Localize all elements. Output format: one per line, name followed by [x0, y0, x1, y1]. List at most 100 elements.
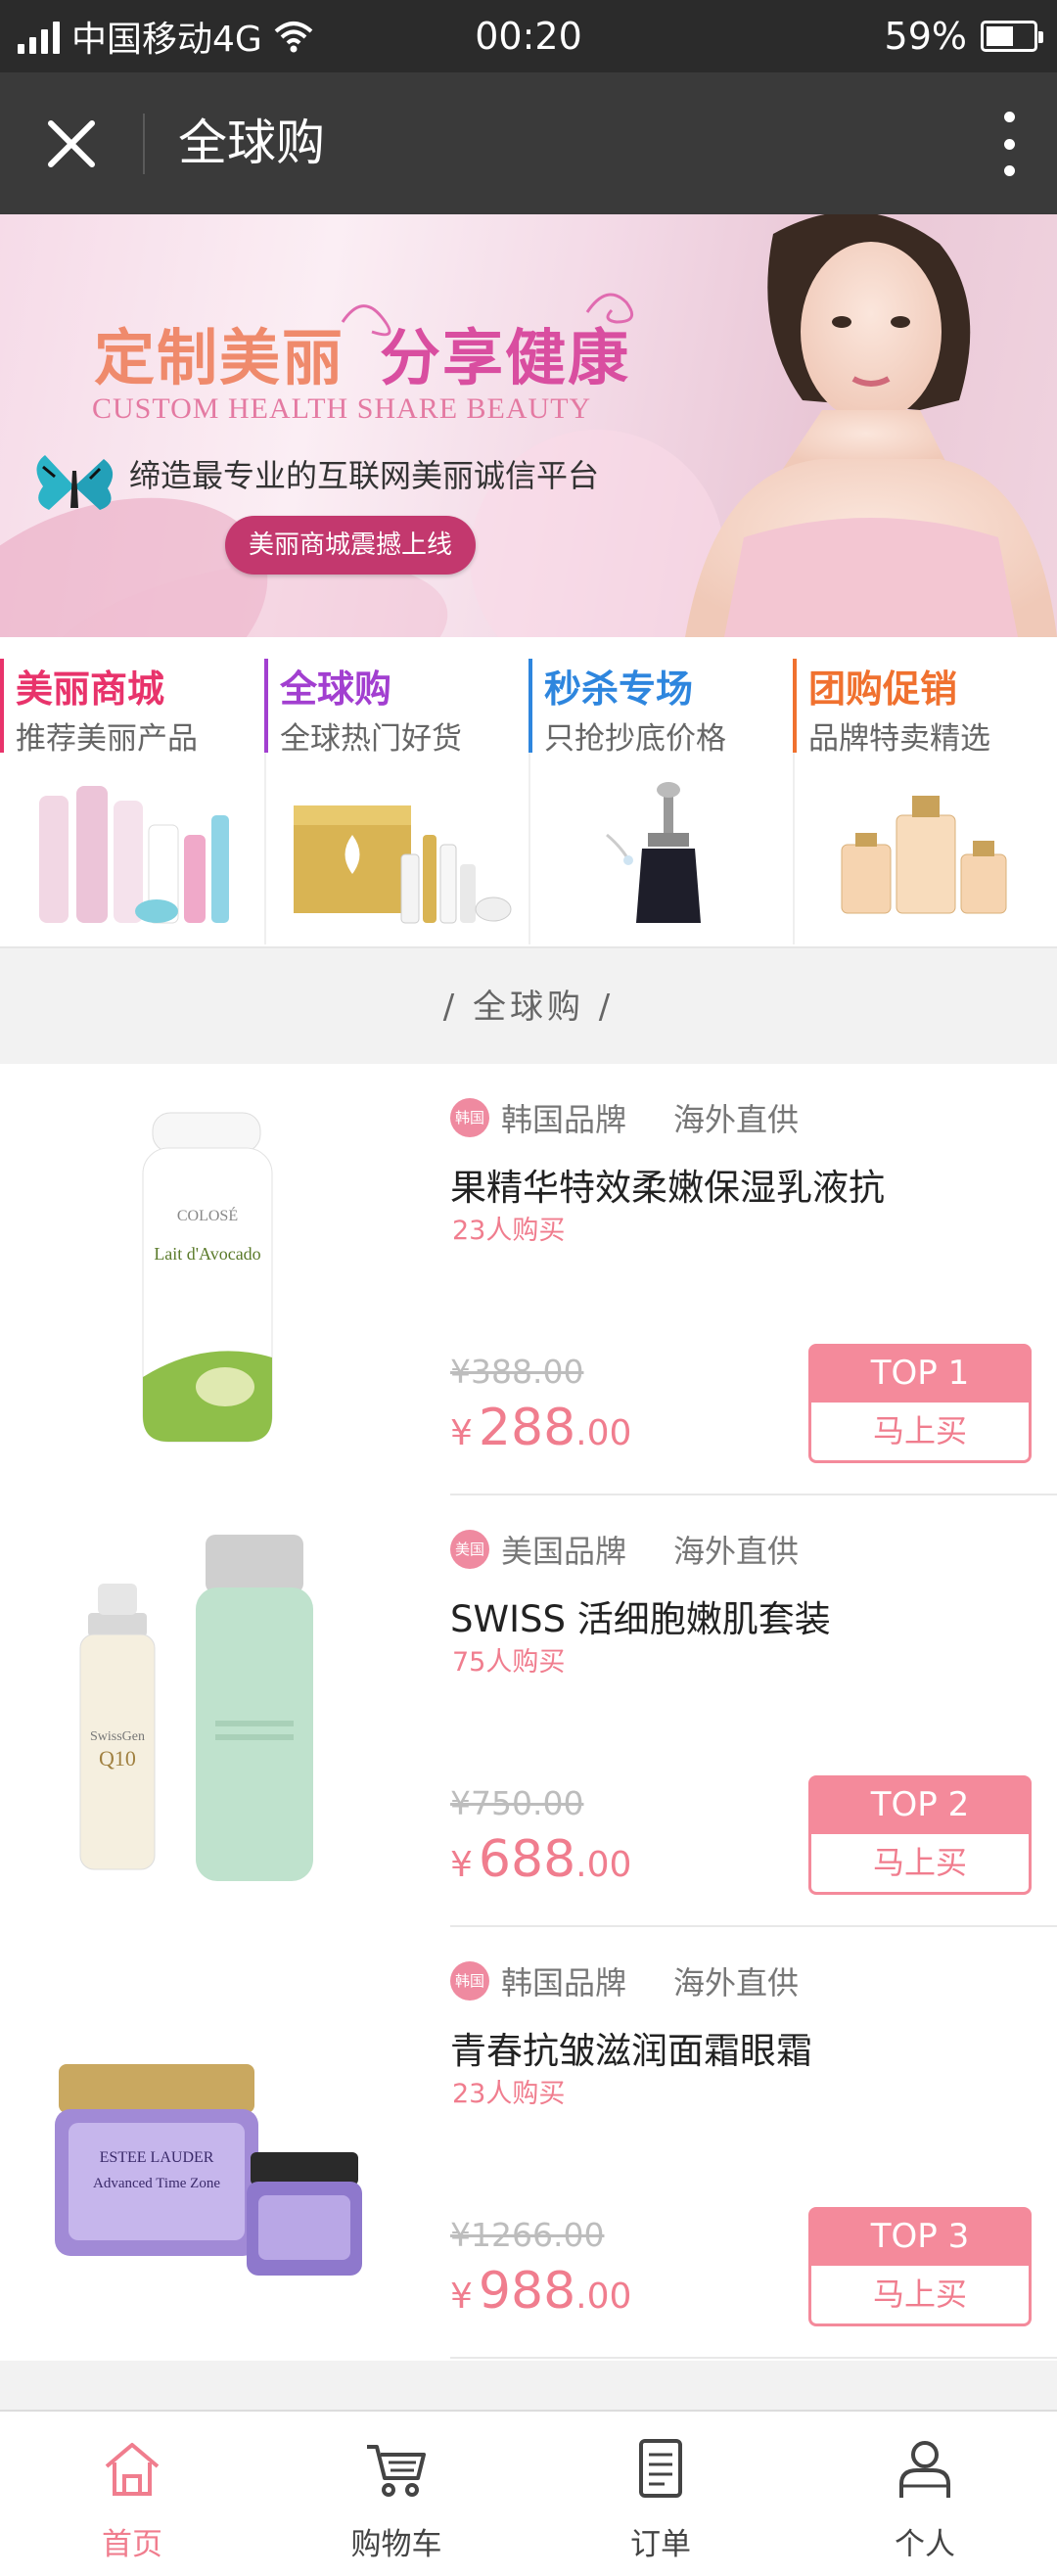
list-footer-gap	[0, 2361, 1057, 2410]
title-divider	[143, 114, 145, 174]
cosmetics-bottles-image	[39, 786, 229, 924]
category-beauty-mall[interactable]: 美丽商城 推荐美丽产品	[0, 659, 264, 946]
category-grid: 美丽商城 推荐美丽产品 全球购 全球热门好货 秒杀专场 只抢抄底价格 团购促销 …	[0, 637, 1057, 946]
banner-cta-button[interactable]: 美丽商城震撼上线	[225, 516, 476, 575]
product-image-label: Lait d'Avocado	[154, 1244, 260, 1264]
nav-orders[interactable]: 订单	[528, 2412, 793, 2576]
product-old-price: ¥1266.00	[450, 2216, 605, 2254]
price-decimal: .00	[575, 2277, 632, 2317]
product-origin: 美国品牌	[501, 1533, 627, 1570]
product-origin: 韩国品牌	[501, 1964, 627, 2001]
section-title: / 全球购 /	[442, 988, 615, 1027]
butterfly-icon	[36, 455, 114, 510]
battery-level	[987, 26, 1013, 46]
category-name: 美丽商城	[16, 667, 165, 711]
product-image-brand: COLOSÉ	[177, 1206, 238, 1224]
rank-badge: TOP 2	[808, 1775, 1032, 1834]
category-desc: 品牌特卖精选	[808, 721, 990, 757]
buy-now-button[interactable]: 马上买	[808, 2266, 1032, 2326]
rank-badge: TOP 3	[808, 2207, 1032, 2266]
product-image-brand: ESTEE LAUDER	[100, 2149, 214, 2166]
product-origin-row: 韩国 韩国品牌 海外直供	[450, 1956, 799, 2005]
price-currency: ¥	[450, 1845, 473, 1885]
bottom-nav: 首页 购物车 订单 个人	[0, 2410, 1057, 2574]
nav-label: 首页	[102, 2527, 162, 2562]
category-accent-bar	[528, 659, 532, 753]
product-price: ¥288.00	[450, 1399, 631, 1457]
usa-flag-icon: 美国	[450, 1530, 489, 1569]
price-integer: 288	[478, 1399, 576, 1457]
buy-now-button[interactable]: 马上买	[808, 1403, 1032, 1463]
category-name: 全球购	[280, 667, 392, 711]
promo-banner[interactable]: 定制美丽 分享健康 CUSTOM HEALTH SHARE BEAUTY 缔造最专…	[0, 214, 1057, 637]
product-name[interactable]: SWISS 活细胞嫩肌套装	[450, 1589, 831, 1642]
battery-icon	[981, 21, 1043, 52]
model-photo	[685, 214, 1057, 637]
rank-badge: TOP 1	[808, 1344, 1032, 1403]
category-desc: 只抢抄底价格	[544, 721, 726, 757]
category-accent-bar	[0, 659, 4, 753]
category-name: 团购促销	[808, 667, 958, 711]
buy-now-button[interactable]: 马上买	[808, 1834, 1032, 1895]
price-decimal: .00	[575, 1413, 632, 1453]
category-flash-sale[interactable]: 秒杀专场 只抢抄底价格	[528, 659, 793, 946]
page-title: 全球购	[178, 115, 325, 171]
more-menu-icon[interactable]	[994, 112, 1024, 176]
price-currency: ¥	[450, 1413, 473, 1453]
banner-title-part1: 定制美丽	[94, 322, 345, 393]
close-icon[interactable]	[37, 110, 106, 178]
product-price: ¥988.00	[450, 2262, 631, 2321]
category-name: 秒杀专场	[544, 667, 694, 711]
category-desc: 推荐美丽产品	[16, 721, 198, 757]
nav-cart[interactable]: 购物车	[264, 2412, 528, 2576]
banner-title-part2: 分享健康	[380, 322, 631, 393]
product-name[interactable]: 果精华特效柔嫩保湿乳液抗	[450, 1158, 885, 1211]
gift-box-set-image	[294, 805, 512, 924]
product-buyers: 23人购买	[452, 2079, 566, 2109]
price-decimal: .00	[575, 1845, 632, 1885]
product-supply: 海外直供	[673, 1101, 800, 1138]
product-origin: 韩国品牌	[501, 1101, 627, 1138]
user-icon	[899, 2441, 950, 2498]
banner-subtitle: CUSTOM HEALTH SHARE BEAUTY	[92, 392, 592, 425]
product-image-lotion: COLOSÉ Lait d'Avocado	[142, 1112, 273, 1443]
home-icon	[105, 2443, 160, 2496]
product-image-estee-lauder: ESTEE LAUDER Advanced Time Zone	[55, 2064, 362, 2276]
korea-flag-icon: 韩国	[450, 1961, 489, 2001]
perfume-bottles-image	[841, 796, 1007, 914]
nav-label: 购物车	[350, 2527, 442, 2562]
price-integer: 688	[478, 1830, 576, 1889]
product-image-label: Q10	[99, 1746, 136, 1771]
category-desc: 全球热门好货	[280, 721, 462, 757]
order-icon	[639, 2439, 682, 2498]
product-buyers: 23人购买	[452, 1216, 566, 1246]
product-supply: 海外直供	[673, 1964, 800, 2001]
product-name[interactable]: 青春抗皱滋润面霜眼霜	[450, 2021, 812, 2074]
product-image-swiss-set: SwissGen Q10	[79, 1535, 313, 1881]
product-origin-row: 美国 美国品牌 海外直供	[450, 1525, 799, 1574]
battery-percent: 59%	[884, 15, 967, 58]
section-header: / 全球购 /	[0, 946, 1057, 1064]
product-item[interactable]: SwissGen Q10 美国 美国品牌 海外直供 SWISS 活细胞嫩肌套装 …	[0, 1495, 1057, 1927]
nav-profile[interactable]: 个人	[793, 2412, 1057, 2576]
product-supply: 海外直供	[673, 1533, 800, 1570]
status-right: 59%	[884, 0, 1043, 72]
banner-description: 缔造最专业的互联网美丽诚信平台	[129, 457, 600, 494]
category-global-buy[interactable]: 全球购 全球热门好货	[264, 659, 528, 946]
nav-label: 订单	[630, 2527, 691, 2562]
product-old-price: ¥750.00	[450, 1784, 584, 1822]
category-group-buy[interactable]: 团购促销 品牌特卖精选	[793, 659, 1057, 946]
product-price: ¥688.00	[450, 1830, 631, 1889]
nav-home[interactable]: 首页	[0, 2412, 264, 2576]
product-divider	[450, 2357, 1057, 2359]
status-bar: 中国移动4G 00:20 59%	[0, 0, 1057, 72]
cart-icon	[367, 2445, 426, 2497]
product-image-label: Advanced Time Zone	[93, 2176, 220, 2191]
product-item[interactable]: COLOSÉ Lait d'Avocado 韩国 韩国品牌 海外直供 果精华特效…	[0, 1064, 1057, 1495]
product-list: COLOSÉ Lait d'Avocado 韩国 韩国品牌 海外直供 果精华特效…	[0, 1064, 1057, 2361]
category-accent-bar	[264, 659, 268, 753]
category-accent-bar	[793, 659, 797, 753]
product-origin-row: 韩国 韩国品牌 海外直供	[450, 1093, 799, 1142]
product-item[interactable]: ESTEE LAUDER Advanced Time Zone 韩国 韩国品牌 …	[0, 1927, 1057, 2359]
product-image-brand: SwissGen	[90, 1729, 145, 1744]
